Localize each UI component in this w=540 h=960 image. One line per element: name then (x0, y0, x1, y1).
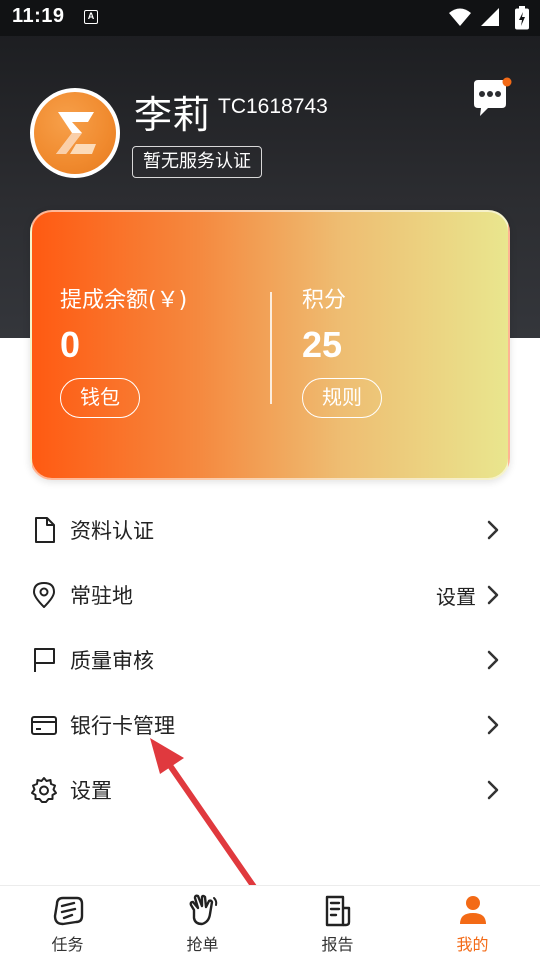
status-bar: 11:19 A (0, 0, 540, 36)
balance-value: 0 (60, 324, 81, 365)
wifi-icon (449, 8, 471, 26)
balance-card: 提成余额(￥) 0 钱包 积分 25 规则 (30, 210, 510, 480)
menu-item-label: 质量审核 (70, 649, 154, 673)
nav-label: 报告 (321, 935, 354, 954)
nav-tab-mine[interactable]: 我的 (405, 886, 540, 960)
sigma-logo-icon (56, 112, 96, 154)
gear-icon (31, 777, 57, 803)
chat-bubble-icon (474, 77, 512, 116)
nav-tab-tasks[interactable]: 任务 (0, 886, 135, 960)
chevron-right-icon (487, 780, 499, 800)
menu-item-residence[interactable]: 常驻地 设置 (0, 563, 540, 627)
person-icon (459, 896, 486, 924)
residence-set-link[interactable]: 设置 (436, 581, 476, 610)
wallet-button[interactable]: 钱包 (60, 378, 140, 418)
menu-item-label: 常驻地 (70, 584, 133, 608)
location-pin-icon (33, 582, 55, 608)
nav-label: 我的 (456, 935, 489, 954)
menu-item-label: 资料认证 (70, 519, 154, 543)
points-label: 积分 (302, 288, 347, 313)
user-id: TC1618743 (218, 95, 328, 118)
message-button[interactable] (468, 76, 512, 120)
battery-icon (515, 6, 529, 30)
avatar-image (34, 92, 116, 174)
document-icon (35, 517, 55, 543)
bottom-nav: 任务 抢单 报告 我的 (0, 885, 540, 960)
chevron-right-icon (487, 520, 499, 540)
balance-label: 提成余额(￥) (60, 288, 188, 313)
points-value: 25 (302, 324, 343, 365)
status-time: 11:19 (12, 5, 65, 27)
chevron-right-icon (487, 715, 499, 735)
menu-item-profile-verification[interactable]: 资料认证 (0, 498, 540, 562)
flag-icon (34, 648, 55, 672)
user-name: 李莉 (134, 93, 211, 137)
chevron-right-icon (487, 585, 499, 605)
menu-item-quality-review[interactable]: 质量审核 (0, 628, 540, 692)
unread-dot (502, 77, 512, 87)
chevron-right-icon (487, 650, 499, 670)
signal-icon (481, 8, 499, 26)
nav-tab-grab-orders[interactable]: 抢单 (135, 886, 270, 960)
task-icon (53, 896, 83, 926)
grab-hand-icon (189, 894, 217, 926)
menu-item-label: 设置 (70, 779, 112, 803)
rules-button[interactable]: 规则 (302, 378, 382, 418)
certification-badge[interactable]: 暂无服务认证 (132, 146, 262, 178)
notification-a-icon: A (84, 10, 98, 24)
avatar[interactable] (30, 88, 120, 178)
card-divider (270, 292, 272, 404)
nav-tab-reports[interactable]: 报告 (270, 886, 405, 960)
nav-label: 抢单 (186, 935, 219, 954)
report-icon (325, 895, 350, 927)
nav-label: 任务 (51, 935, 84, 954)
bank-card-icon (31, 716, 57, 735)
